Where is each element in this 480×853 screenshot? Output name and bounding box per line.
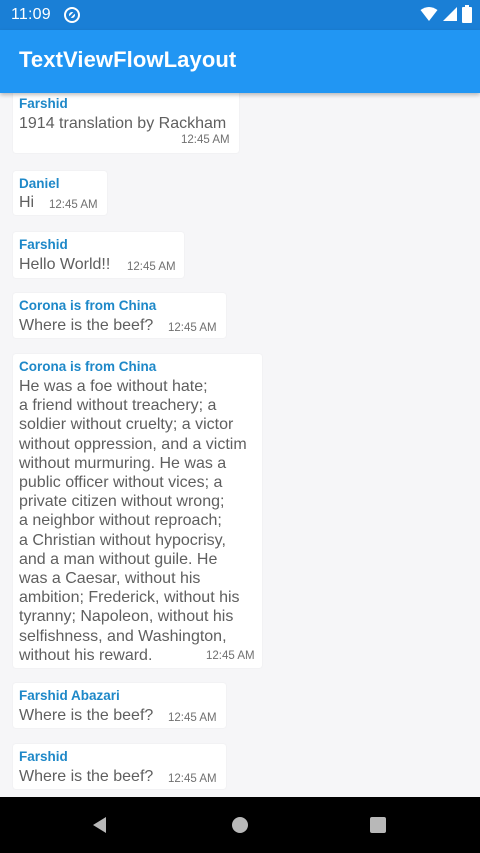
message-time: 12:45 AM bbox=[168, 322, 217, 334]
message-sender: Farshid bbox=[19, 749, 68, 764]
app-title: TextViewFlowLayout bbox=[19, 47, 237, 72]
message-text: Where is the beef? bbox=[19, 317, 154, 334]
message-list[interactable]: Farshid 1914 translation by Rackham 12:4… bbox=[0, 93, 480, 797]
message-sender: Corona is from China bbox=[19, 298, 157, 313]
message-time: 12:45 AM bbox=[181, 134, 230, 146]
message-time: 12:45 AM bbox=[206, 650, 255, 662]
message-text: Hello World!! bbox=[19, 256, 111, 273]
message-bubble[interactable]: Farshid 1914 translation by Rackham 12:4… bbox=[13, 93, 239, 153]
message-text: Hi bbox=[19, 194, 35, 211]
message-line: selfishness, and Washington, bbox=[19, 627, 227, 645]
message-line: soldier without cruelty; a victor bbox=[19, 416, 234, 434]
wifi-icon bbox=[420, 6, 438, 27]
app-bar: TextViewFlowLayout bbox=[0, 30, 480, 93]
message-line: tyranny; Napoleon, without his bbox=[19, 608, 234, 626]
message-bubble[interactable]: Farshid Abazari Where is the beef? 12:45… bbox=[13, 683, 226, 728]
message-bubble[interactable]: Corona is from China Where is the beef? … bbox=[13, 293, 226, 338]
message-text: Where is the beef? bbox=[19, 707, 154, 724]
battery-icon bbox=[462, 5, 472, 28]
recents-icon[interactable] bbox=[367, 814, 389, 836]
message-sender: Farshid Abazari bbox=[19, 688, 120, 703]
message-bubble[interactable]: Farshid Hello World!! 12:45 AM bbox=[13, 232, 184, 278]
message-bubble[interactable]: Farshid Where is the beef? 12:45 AM bbox=[13, 744, 226, 789]
message-line: without oppression, and a victim bbox=[19, 435, 247, 453]
message-sender: Corona is from China bbox=[19, 359, 157, 374]
message-line: was a Caesar, without his bbox=[19, 570, 201, 588]
message-line: private citizen without wrong; bbox=[19, 493, 225, 511]
status-icons bbox=[420, 5, 472, 28]
message-text: He was a foe without hate; a friend with… bbox=[19, 377, 263, 665]
message-sender: Farshid bbox=[19, 96, 68, 111]
home-icon[interactable] bbox=[229, 814, 251, 836]
message-line: He was a foe without hate; bbox=[19, 378, 208, 395]
message-sender: Farshid bbox=[19, 237, 68, 252]
message-text: 1914 translation by Rackham bbox=[19, 115, 227, 132]
status-bar: 11:09 bbox=[0, 0, 480, 30]
sync-icon bbox=[63, 6, 81, 24]
nav-bar bbox=[0, 797, 480, 853]
back-icon[interactable] bbox=[89, 814, 111, 836]
status-time: 11:09 bbox=[11, 6, 51, 23]
message-line: and a man without guile. He bbox=[19, 550, 218, 568]
message-text: Where is the beef? bbox=[19, 768, 154, 785]
message-time: 12:45 AM bbox=[168, 773, 217, 785]
message-sender: Daniel bbox=[19, 176, 60, 191]
message-bubble[interactable]: Daniel Hi 12:45 AM bbox=[13, 171, 107, 215]
message-line: a neighbor without reproach; bbox=[19, 512, 222, 530]
message-time: 12:45 AM bbox=[49, 199, 98, 211]
signal-icon bbox=[442, 6, 458, 27]
message-time: 12:45 AM bbox=[168, 712, 217, 724]
message-line: public officer without vices; a bbox=[19, 474, 223, 492]
message-time: 12:45 AM bbox=[127, 261, 176, 273]
message-line: a friend without treachery; a bbox=[19, 397, 217, 415]
message-line: a Christian without hypocrisy, bbox=[19, 531, 226, 549]
message-bubble[interactable]: Corona is from China He was a foe withou… bbox=[13, 354, 262, 668]
message-line: without murmuring. He was a bbox=[19, 454, 227, 472]
message-line: ambition; Frederick, without his bbox=[19, 589, 240, 607]
